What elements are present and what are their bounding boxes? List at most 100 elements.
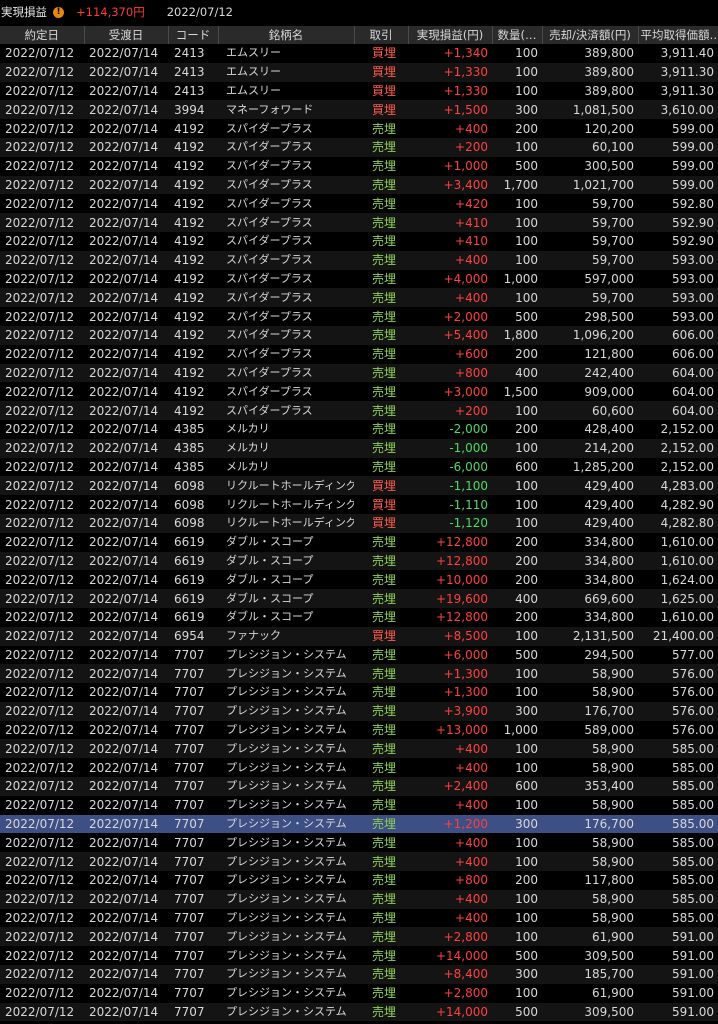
- table-row[interactable]: 2022/07/12 2022/07/14 2413 エムスリー 買埋 +1,330 100…: [0, 62, 718, 82]
- column-header-realized-pnl[interactable]: 実現損益(円): [408, 26, 493, 44]
- trade-date-cell: 2022/07/12: [0, 720, 84, 740]
- table-row[interactable]: 2022/07/12 2022/07/14 2413 エムスリー 買埋 +1,340 100…: [0, 44, 718, 63]
- table-row[interactable]: 2022/07/12 2022/07/14 6619 ダブル・スコープ 売埋 +12,80…: [0, 551, 718, 571]
- name-cell: スパイダープラス: [218, 363, 354, 383]
- settlement-date-cell: 2022/07/14: [84, 307, 168, 326]
- table-row[interactable]: 2022/07/12 2022/07/14 7707 プレシジョン・システム 売埋 +6,…: [0, 645, 718, 665]
- table-row[interactable]: 2022/07/12 2022/07/14 7707 プレシジョン・システム 売埋 +3,…: [0, 701, 718, 721]
- code-cell: 2413: [168, 44, 218, 63]
- table-row[interactable]: 2022/07/12 2022/07/14 4385 メルカリ 売埋 -6,000 600 1…: [0, 457, 718, 477]
- table-row[interactable]: 2022/07/12 2022/07/14 7707 プレシジョン・システム 売埋 +13…: [0, 720, 718, 740]
- trade-type-cell: 売埋: [354, 401, 408, 420]
- trade-type-cell: 売埋: [354, 532, 408, 552]
- average-cost-cell: 3,911.30: [638, 62, 718, 82]
- table-row[interactable]: 2022/07/12 2022/07/14 6619 ダブル・スコープ 売埋 +12,80…: [0, 532, 718, 552]
- table-row[interactable]: 2022/07/12 2022/07/14 4192 スパイダープラス 売埋 +800 40…: [0, 363, 718, 383]
- table-row[interactable]: 2022/07/12 2022/07/14 3994 マネーフォワード 買埋 +1,500…: [0, 100, 718, 120]
- code-cell: 7707: [168, 795, 218, 815]
- table-row[interactable]: 2022/07/12 2022/07/14 7707 プレシジョン・システム 売埋 +40…: [0, 889, 718, 909]
- quantity-cell: 100: [492, 438, 542, 458]
- table-row[interactable]: 2022/07/12 2022/07/14 4192 スパイダープラス 売埋 +400 10…: [0, 288, 718, 308]
- trade-date-cell: 2022/07/12: [0, 795, 84, 815]
- table-row[interactable]: 2022/07/12 2022/07/14 7707 プレシジョン・システム 売埋 +40…: [0, 758, 718, 778]
- table-row[interactable]: 2022/07/12 2022/07/14 4385 メルカリ 売埋 -2,000 200 4…: [0, 419, 718, 439]
- settlement-date-cell: 2022/07/14: [84, 833, 168, 853]
- column-header-settlement-date[interactable]: 受渡日: [84, 26, 169, 44]
- table-row[interactable]: 2022/07/12 2022/07/14 7707 プレシジョン・システム 売埋 +40…: [0, 795, 718, 815]
- settlement-amount-cell: 1,021,700: [542, 175, 638, 195]
- table-row[interactable]: 2022/07/12 2022/07/14 4192 スパイダープラス 売埋 +420 10…: [0, 194, 718, 214]
- table-row[interactable]: 2022/07/12 2022/07/14 4192 スパイダープラス 売埋 +400 10…: [0, 250, 718, 270]
- table-row[interactable]: 2022/07/12 2022/07/14 7707 プレシジョン・システム 売埋 +1,…: [0, 683, 718, 702]
- table-row[interactable]: 2022/07/12 2022/07/14 6098 リクルートホールディングス 買埋 -…: [0, 495, 718, 514]
- trade-date-cell: 2022/07/12: [0, 100, 84, 120]
- trade-date-cell: 2022/07/12: [0, 626, 84, 646]
- settlement-date-cell: 2022/07/14: [84, 795, 168, 815]
- table-row[interactable]: 2022/07/12 2022/07/14 7707 プレシジョン・システム 売埋 +8,…: [0, 965, 718, 984]
- realized-pnl-table: 約定日 受渡日 コード 銘柄名 取引 実現損益(円) 数量(… 売却/決済額(円…: [0, 26, 718, 1022]
- trade-type-cell: 売埋: [354, 852, 408, 872]
- table-row[interactable]: 2022/07/12 2022/07/14 4192 スパイダープラス 売埋 +410 10…: [0, 231, 718, 251]
- column-header-average-cost[interactable]: 平均取得価額…: [638, 26, 718, 44]
- trade-date-cell: 2022/07/12: [0, 683, 84, 702]
- quantity-cell: 100: [492, 908, 542, 928]
- table-row[interactable]: 2022/07/12 2022/07/14 4192 スパイダープラス 売埋 +200 10…: [0, 137, 718, 157]
- column-header-quantity[interactable]: 数量(…: [492, 26, 543, 44]
- table-row[interactable]: 2022/07/12 2022/07/14 7707 プレシジョン・システム 売埋 +40…: [0, 908, 718, 928]
- table-row[interactable]: 2022/07/12 2022/07/14 4192 スパイダープラス 売埋 +3,400…: [0, 175, 718, 195]
- table-row[interactable]: 2022/07/12 2022/07/14 7707 プレシジョン・システム 売埋 +1,…: [0, 814, 718, 834]
- average-cost-cell: 591.00: [638, 983, 718, 1003]
- table-row[interactable]: 2022/07/12 2022/07/14 7707 プレシジョン・システム 売埋 +1,…: [0, 664, 718, 684]
- table-row[interactable]: 2022/07/12 2022/07/14 7707 プレシジョン・システム 売埋 +80…: [0, 871, 718, 890]
- name-cell: スパイダープラス: [218, 344, 354, 364]
- table-row[interactable]: 2022/07/12 2022/07/14 4192 スパイダープラス 売埋 +200 10…: [0, 401, 718, 420]
- realized-pnl-cell: +800: [408, 363, 492, 383]
- realized-pnl-cell: +800: [408, 871, 492, 890]
- table-row[interactable]: 2022/07/12 2022/07/14 4192 スパイダープラス 売埋 +5,400…: [0, 325, 718, 345]
- settlement-date-cell: 2022/07/14: [84, 983, 168, 1003]
- table-row[interactable]: 2022/07/12 2022/07/14 7707 プレシジョン・システム 売埋 +40…: [0, 833, 718, 853]
- average-cost-cell: 593.00: [638, 288, 718, 308]
- code-cell: 6619: [168, 607, 218, 627]
- trade-type-cell: 売埋: [354, 194, 408, 214]
- table-row[interactable]: 2022/07/12 2022/07/14 6098 リクルートホールディングス 買埋 -…: [0, 476, 718, 496]
- settlement-amount-cell: 58,900: [542, 889, 638, 909]
- trade-date-cell: 2022/07/12: [0, 532, 84, 552]
- table-row[interactable]: 2022/07/12 2022/07/14 6619 ダブル・スコープ 売埋 +19,60…: [0, 589, 718, 608]
- table-row[interactable]: 2022/07/12 2022/07/14 7707 プレシジョン・システム 売埋 +14…: [0, 1002, 718, 1022]
- table-row[interactable]: 2022/07/12 2022/07/14 7707 プレシジョン・システム 売埋 +40…: [0, 739, 718, 759]
- table-row[interactable]: 2022/07/12 2022/07/14 7707 プレシジョン・システム 売埋 +40…: [0, 852, 718, 872]
- table-row[interactable]: 2022/07/12 2022/07/14 4192 スパイダープラス 売埋 +600 20…: [0, 344, 718, 364]
- table-row[interactable]: 2022/07/12 2022/07/14 4192 スパイダープラス 売埋 +1,000…: [0, 156, 718, 176]
- column-header-trade-date[interactable]: 約定日: [0, 26, 85, 44]
- table-row[interactable]: 2022/07/12 2022/07/14 4192 スパイダープラス 売埋 +410 10…: [0, 213, 718, 232]
- column-header-settlement-amount[interactable]: 売却/決済額(円): [542, 26, 639, 44]
- table-row[interactable]: 2022/07/12 2022/07/14 6619 ダブル・スコープ 売埋 +12,80…: [0, 607, 718, 627]
- table-row[interactable]: 2022/07/12 2022/07/14 7707 プレシジョン・システム 売埋 +2,…: [0, 927, 718, 947]
- table-row[interactable]: 2022/07/12 2022/07/14 6954 ファナック 買埋 +8,500 100…: [0, 626, 718, 646]
- trade-date-cell: 2022/07/12: [0, 81, 84, 101]
- column-header-code[interactable]: コード: [168, 26, 219, 44]
- column-header-trade-type[interactable]: 取引: [354, 26, 409, 44]
- table-row[interactable]: 2022/07/12 2022/07/14 7707 プレシジョン・システム 売埋 +14…: [0, 946, 718, 966]
- table-row[interactable]: 2022/07/12 2022/07/14 6619 ダブル・スコープ 売埋 +10,00…: [0, 570, 718, 590]
- table-row[interactable]: 2022/07/12 2022/07/14 4192 スパイダープラス 売埋 +400 20…: [0, 119, 718, 138]
- table-row[interactable]: 2022/07/12 2022/07/14 7707 プレシジョン・システム 売埋 +2,…: [0, 777, 718, 796]
- table-row[interactable]: 2022/07/12 2022/07/14 4192 スパイダープラス 売埋 +3,000…: [0, 382, 718, 402]
- realized-pnl-cell: +8,500: [408, 626, 492, 646]
- warning-icon[interactable]: !: [53, 6, 64, 18]
- summary-amount: +114,370円: [76, 5, 145, 19]
- table-row[interactable]: 2022/07/12 2022/07/14 6098 リクルートホールディングス 買埋 -…: [0, 513, 718, 533]
- table-row[interactable]: 2022/07/12 2022/07/14 2413 エムスリー 買埋 +1,330 100…: [0, 81, 718, 101]
- realized-pnl-summary: 実現損益 ! +114,370円 2022/07/12: [0, 0, 718, 24]
- code-cell: 4192: [168, 194, 218, 214]
- table-row[interactable]: 2022/07/12 2022/07/14 4192 スパイダープラス 売埋 +2,000…: [0, 307, 718, 326]
- table-row[interactable]: 2022/07/12 2022/07/14 4192 スパイダープラス 売埋 +4,000…: [0, 269, 718, 289]
- trade-type-cell: 買埋: [354, 81, 408, 101]
- column-header-name[interactable]: 銘柄名: [218, 26, 355, 44]
- settlement-amount-cell: 334,800: [542, 532, 638, 552]
- settlement-date-cell: 2022/07/14: [84, 626, 168, 646]
- table-row[interactable]: 2022/07/12 2022/07/14 7707 プレシジョン・システム 売埋 +2,…: [0, 983, 718, 1003]
- table-row[interactable]: 2022/07/12 2022/07/14 4385 メルカリ 売埋 -1,000 100 2…: [0, 438, 718, 458]
- trade-type-cell: 売埋: [354, 589, 408, 608]
